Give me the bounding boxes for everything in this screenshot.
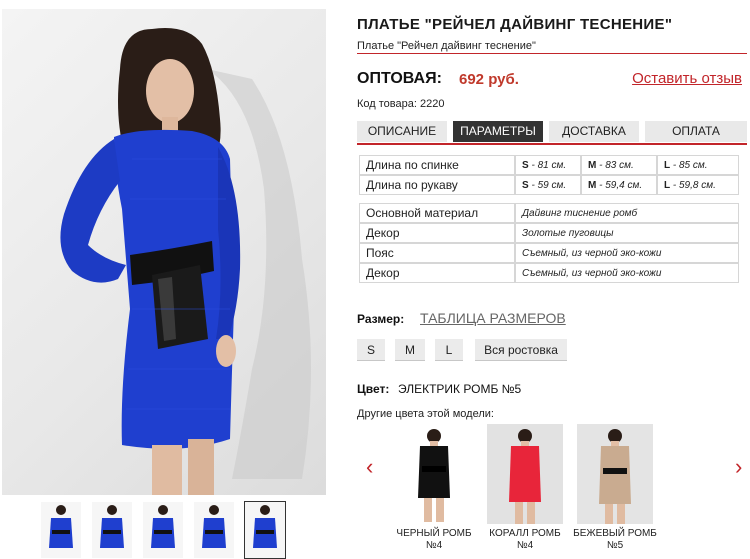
tab-payment[interactable]: ОПЛАТА <box>645 121 747 142</box>
size-s-value: S - 59 см. <box>515 175 581 195</box>
thumbnail-image <box>202 505 226 548</box>
thumbnail-image <box>253 505 277 548</box>
attribute-name: Основной материал <box>359 203 515 223</box>
size-l-value: L - 59,8 см. <box>657 175 739 195</box>
table-row: Длина по рукаву S - 59 см. M - 59,4 см. … <box>359 175 739 195</box>
tabs-divider <box>357 143 747 145</box>
attributes-table: Основной материал Дайвинг тиснение ромб … <box>359 203 739 283</box>
variant-beige-name[interactable]: БЕЖЕВЫЙ РОМБ №5 <box>571 528 659 552</box>
thumbnail-3[interactable] <box>142 501 184 559</box>
thumbnail-image <box>49 505 73 548</box>
prev-arrow-icon[interactable]: ‹ <box>366 456 373 478</box>
other-colors-label: Другие цвета этой модели: <box>357 408 494 420</box>
variant-black-name[interactable]: ЧЕРНЫЙ РОМБ №4 <box>390 528 478 552</box>
table-row: Декор Золотые пуговицы <box>359 223 739 243</box>
size-m-button[interactable]: M <box>395 339 425 361</box>
attribute-value: Дайвинг тиснение ромб <box>515 203 739 223</box>
product-subtitle: Платье "Рейчел дайвинг теснение" <box>357 40 536 52</box>
measurement-name: Длина по спинке <box>359 155 515 175</box>
thumbnail-image <box>100 505 124 548</box>
tab-delivery[interactable]: ДОСТАВКА <box>549 121 639 142</box>
tab-parameters[interactable]: ПАРАМЕТРЫ <box>453 121 543 142</box>
attribute-value: Съемный, из черной эко-кожи <box>515 243 739 263</box>
product-sku: Код товара: 2220 <box>357 98 445 110</box>
size-s-value: S - 81 см. <box>515 155 581 175</box>
thumbnail-image <box>151 505 175 548</box>
model-in-blue-dress-image <box>60 28 311 495</box>
model-beige-dress-image <box>599 429 631 524</box>
color-value: ЭЛЕКТРИК РОМБ №5 <box>398 382 522 396</box>
price-value: 692 руб. <box>459 71 519 88</box>
attribute-name: Пояс <box>359 243 515 263</box>
size-chart-link[interactable]: ТАБЛИЦА РАЗМЕРОВ <box>420 310 566 326</box>
product-title: ПЛАТЬЕ "РЕЙЧЕЛ ДАЙВИНГ ТЕСНЕНИЕ" <box>357 16 673 33</box>
table-row: Длина по спинке S - 81 см. M - 83 см. L … <box>359 155 739 175</box>
model-black-dress-image <box>418 429 450 522</box>
table-row: Пояс Съемный, из черной эко-кожи <box>359 243 739 263</box>
color-label: Цвет: <box>357 382 390 396</box>
thumbnail-2[interactable] <box>91 501 133 559</box>
variant-coral-image[interactable] <box>487 424 563 524</box>
size-l-value: L - 85 см. <box>657 155 739 175</box>
thumbnail-5-active[interactable] <box>244 501 286 559</box>
size-m-value: M - 83 см. <box>581 155 657 175</box>
attribute-name: Декор <box>359 263 515 283</box>
table-row: Декор Съемный, из черной эко-кожи <box>359 263 739 283</box>
thumbnail-strip <box>40 501 290 559</box>
thumbnail-1[interactable] <box>40 501 82 559</box>
thumbnail-4[interactable] <box>193 501 235 559</box>
tab-description[interactable]: ОПИСАНИЕ <box>357 121 447 142</box>
leave-review-link[interactable]: Оставить отзыв <box>632 70 742 87</box>
next-arrow-icon[interactable]: › <box>735 456 742 478</box>
product-tabs: ОПИСАНИЕ ПАРАМЕТРЫ ДОСТАВКА ОПЛАТА <box>357 121 747 145</box>
all-sizes-button[interactable]: Вся ростовка <box>475 339 567 361</box>
measurements-table: Длина по спинке S - 81 см. M - 83 см. L … <box>359 155 739 195</box>
price-label: ОПТОВАЯ: <box>357 70 442 87</box>
table-row: Основной материал Дайвинг тиснение ромб <box>359 203 739 223</box>
attribute-value: Съемный, из черной эко-кожи <box>515 263 739 283</box>
variant-black-image[interactable] <box>396 424 472 524</box>
size-m-value: M - 59,4 см. <box>581 175 657 195</box>
attribute-value: Золотые пуговицы <box>515 223 739 243</box>
model-coral-dress-image <box>509 429 541 524</box>
size-s-button[interactable]: S <box>357 339 385 361</box>
main-product-photo[interactable] <box>2 9 326 495</box>
size-label: Размер: <box>357 312 405 326</box>
measurement-name: Длина по рукаву <box>359 175 515 195</box>
title-divider <box>357 53 747 54</box>
size-l-button[interactable]: L <box>435 339 463 361</box>
variant-coral-name[interactable]: КОРАЛЛ РОМБ №4 <box>481 528 569 552</box>
attribute-name: Декор <box>359 223 515 243</box>
variant-beige-image[interactable] <box>577 424 653 524</box>
